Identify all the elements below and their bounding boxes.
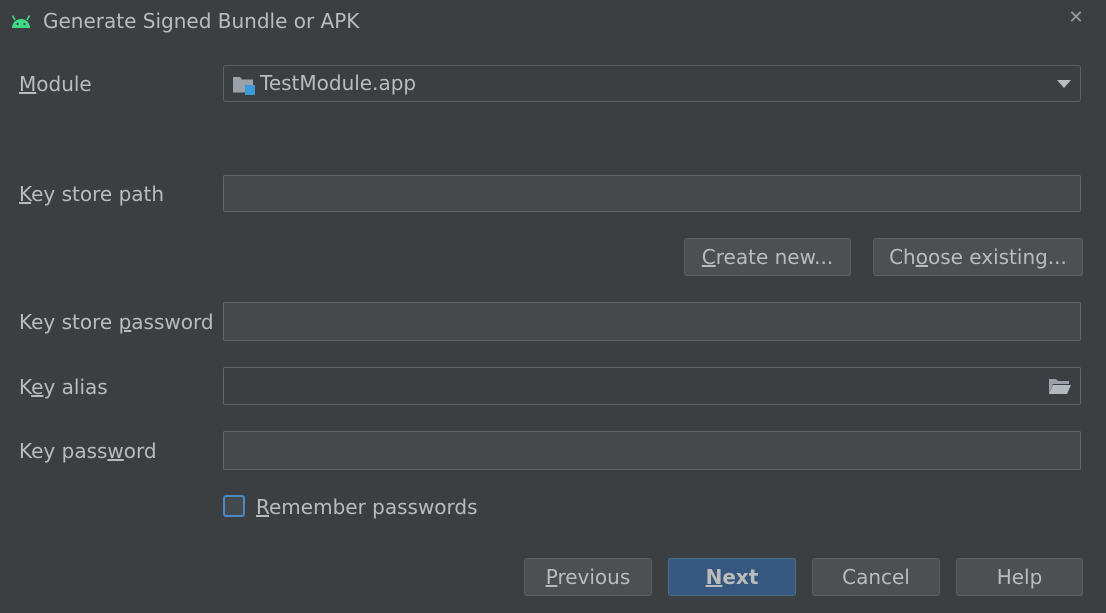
key-store-password-input[interactable]: [223, 302, 1081, 341]
dropdown-caret-icon: [1057, 80, 1071, 88]
key-store-path-input[interactable]: [223, 175, 1081, 212]
key-store-password-label: Key store password: [19, 310, 214, 334]
folder-open-icon[interactable]: [1048, 377, 1072, 395]
remember-passwords-checkbox[interactable]: [223, 495, 245, 517]
create-new-button[interactable]: Create new...: [684, 238, 851, 276]
remember-passwords-label[interactable]: Remember passwords: [256, 495, 478, 519]
next-button[interactable]: Next: [668, 558, 796, 596]
module-value: TestModule.app: [260, 71, 417, 95]
help-button[interactable]: Help: [956, 558, 1083, 596]
key-password-label: Key password: [19, 439, 157, 463]
previous-button[interactable]: Previous: [524, 558, 652, 596]
key-alias-label: Key alias: [19, 375, 108, 399]
cancel-button[interactable]: Cancel: [812, 558, 940, 596]
module-folder-icon: [233, 77, 255, 95]
key-store-path-label: Key store path: [19, 182, 165, 206]
key-password-input[interactable]: [223, 431, 1081, 470]
close-icon[interactable]: ✕: [1066, 8, 1086, 28]
android-icon: [11, 15, 31, 28]
key-alias-input[interactable]: [223, 367, 1081, 405]
dialog-title: Generate Signed Bundle or APK: [43, 9, 360, 33]
choose-existing-button[interactable]: Choose existing...: [873, 238, 1083, 276]
module-label: Module: [19, 72, 92, 96]
